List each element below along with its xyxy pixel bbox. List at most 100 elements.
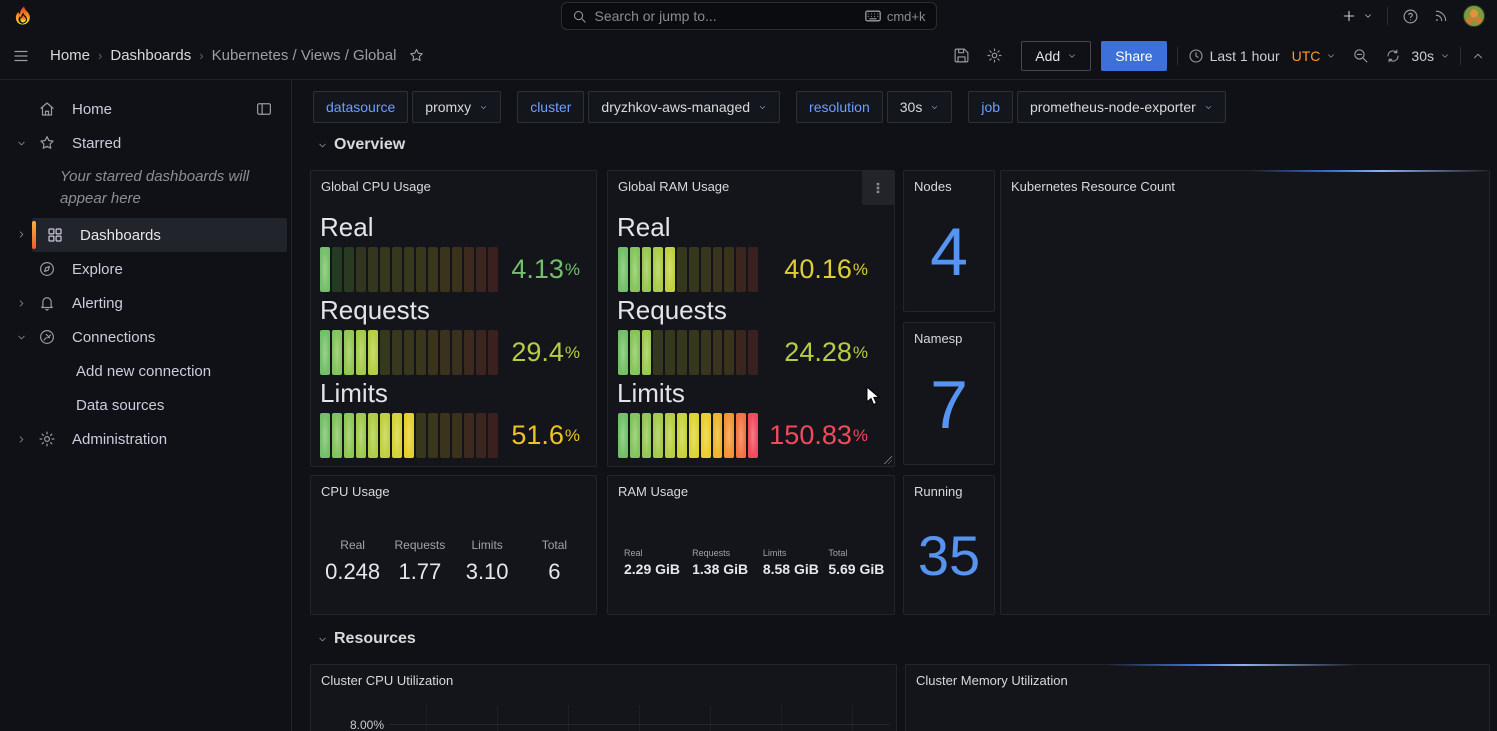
variable-value: prometheus-node-exporter: [1030, 99, 1196, 115]
collapse-toolbar-icon[interactable]: [1471, 49, 1485, 63]
stat-requests: Requests 1.38 GiB: [692, 548, 763, 577]
sidebar-item-label: Administration: [72, 431, 167, 448]
stat-label: Limits: [763, 548, 829, 558]
mega-menu-toggle-icon[interactable]: [12, 47, 30, 65]
sidebar-item-add-new-connection[interactable]: Add new connection: [0, 354, 287, 388]
gauge-cell: [416, 413, 426, 458]
refresh-interval-picker[interactable]: 30s: [1411, 48, 1450, 64]
variable-value: promxy: [425, 99, 471, 115]
stat-value: 5.69 GiB: [828, 561, 886, 577]
variable-value-dropdown[interactable]: prometheus-node-exporter: [1017, 91, 1226, 123]
variable-label: job: [968, 91, 1013, 123]
panel-global-ram-usage[interactable]: Global RAM Usage Real40.16%Requests24.28…: [607, 170, 895, 467]
new-menu-button[interactable]: [1341, 8, 1373, 24]
refresh-icon[interactable]: [1385, 48, 1401, 64]
panel-cluster-cpu-utilization[interactable]: Cluster CPU Utilization 8.00%: [310, 664, 897, 731]
gauge-value-unit: %: [565, 343, 580, 363]
administration-gear-icon: [34, 430, 60, 448]
gauge-row-label: Real: [320, 212, 373, 243]
gauge-value: 4.13%: [511, 247, 580, 292]
time-range-picker[interactable]: Last 1 hour UTC: [1188, 48, 1337, 64]
gauge-cell: [356, 413, 366, 458]
gauge-cell: [713, 247, 723, 292]
gauge-cell: [677, 413, 687, 458]
grafana-logo-icon[interactable]: [12, 5, 34, 27]
gauge-cell: [440, 413, 450, 458]
gauge-cell: [356, 330, 366, 375]
sidebar-item-label: Connections: [72, 329, 155, 346]
news-rss-icon[interactable]: [1433, 8, 1449, 24]
variable-value-dropdown[interactable]: promxy: [412, 91, 501, 123]
panel-resize-handle[interactable]: [884, 456, 892, 464]
gauge-cell: [416, 247, 426, 292]
chevron-right-icon[interactable]: [8, 229, 34, 240]
chevron-right-icon[interactable]: [8, 298, 34, 309]
breadcrumb-separator: ›: [98, 48, 102, 63]
dock-menu-icon[interactable]: [255, 100, 273, 118]
panel-kubernetes-resource-count[interactable]: Kubernetes Resource Count: [1000, 170, 1490, 615]
gauge-value-unit: %: [853, 426, 868, 446]
help-icon[interactable]: [1402, 8, 1419, 25]
global-search[interactable]: cmd+k: [561, 2, 937, 30]
share-button[interactable]: Share: [1101, 41, 1166, 71]
panel-menu-button[interactable]: [862, 171, 894, 205]
panel-global-cpu-usage[interactable]: Global CPU Usage Real4.13%Requests29.4%L…: [310, 170, 597, 467]
timezone-label: UTC: [1292, 48, 1321, 64]
gauge-cell: [677, 330, 687, 375]
top-bar: cmd+k: [0, 0, 1497, 32]
divider: [1387, 7, 1388, 25]
sidebar-item-starred[interactable]: Starred: [0, 126, 287, 160]
panel-nodes[interactable]: Nodes 4: [903, 170, 995, 312]
sidebar-item-home[interactable]: Home: [0, 92, 287, 126]
grafana-dashboard: { "topbar": { "search_placeholder": "Sea…: [0, 0, 1497, 731]
chevron-down-icon[interactable]: [8, 332, 34, 343]
panel-namespaces[interactable]: Namesp 7: [903, 322, 995, 465]
panel-ram-usage[interactable]: RAM Usage Real 2.29 GiB Requests 1.38 Gi…: [607, 475, 895, 615]
user-avatar[interactable]: [1463, 5, 1485, 27]
gauge-cell: [653, 247, 663, 292]
gauge-value: 51.6%: [511, 413, 580, 458]
sidebar-item-dashboards[interactable]: Dashboards: [32, 218, 287, 252]
gauge-cell: [665, 330, 675, 375]
section-resources[interactable]: Resources: [317, 630, 416, 648]
gauge-cell: [748, 413, 758, 458]
zoom-out-time-icon[interactable]: [1352, 47, 1369, 64]
chevron-down-icon[interactable]: [8, 138, 34, 149]
stat-label: Real: [319, 538, 386, 552]
search-input[interactable]: [595, 8, 857, 24]
gridline: [710, 705, 711, 731]
dashboard-settings-icon[interactable]: [986, 47, 1003, 64]
gauge-cell: [677, 247, 687, 292]
sidebar-item-label: Add new connection: [76, 363, 211, 380]
panel-cluster-memory-utilization[interactable]: Cluster Memory Utilization: [905, 664, 1490, 731]
gauge-row-label: Requests: [320, 295, 430, 326]
star-dashboard-icon[interactable]: [408, 47, 425, 64]
gauge-value-unit: %: [565, 260, 580, 280]
gauge-cell: [748, 330, 758, 375]
variable-value-dropdown[interactable]: 30s: [887, 91, 953, 123]
panel-title: Nodes: [914, 179, 952, 194]
sidebar-item-alerting[interactable]: Alerting: [0, 286, 287, 320]
gauge-cell: [618, 330, 628, 375]
panel-loading-indicator: [1106, 664, 1356, 666]
share-label: Share: [1115, 48, 1152, 64]
gridline: [497, 705, 498, 731]
gauge-cell: [724, 413, 734, 458]
stat-limits: Limits 8.58 GiB: [763, 548, 829, 577]
panel-running[interactable]: Running 35: [903, 475, 995, 615]
breadcrumb-home[interactable]: Home: [50, 47, 90, 64]
panel-cpu-usage[interactable]: CPU Usage Real 0.248 Requests 1.77 Limit…: [310, 475, 597, 615]
sidebar-item-explore[interactable]: Explore: [0, 252, 287, 286]
gauge-cell: [428, 247, 438, 292]
add-panel-button[interactable]: Add: [1021, 41, 1091, 71]
save-dashboard-icon[interactable]: [953, 47, 970, 64]
home-icon: [34, 100, 60, 118]
variable-value-dropdown[interactable]: dryzhkov-aws-managed: [588, 91, 780, 123]
sidebar-item-connections[interactable]: Connections: [0, 320, 287, 354]
sidebar-item-data-sources[interactable]: Data sources: [0, 388, 287, 422]
sidebar-item-administration[interactable]: Administration: [0, 422, 287, 456]
chevron-right-icon[interactable]: [8, 434, 34, 445]
breadcrumb-dashboards[interactable]: Dashboards: [110, 47, 191, 64]
section-overview[interactable]: Overview: [317, 136, 405, 154]
chevron-down-icon: [930, 103, 939, 112]
